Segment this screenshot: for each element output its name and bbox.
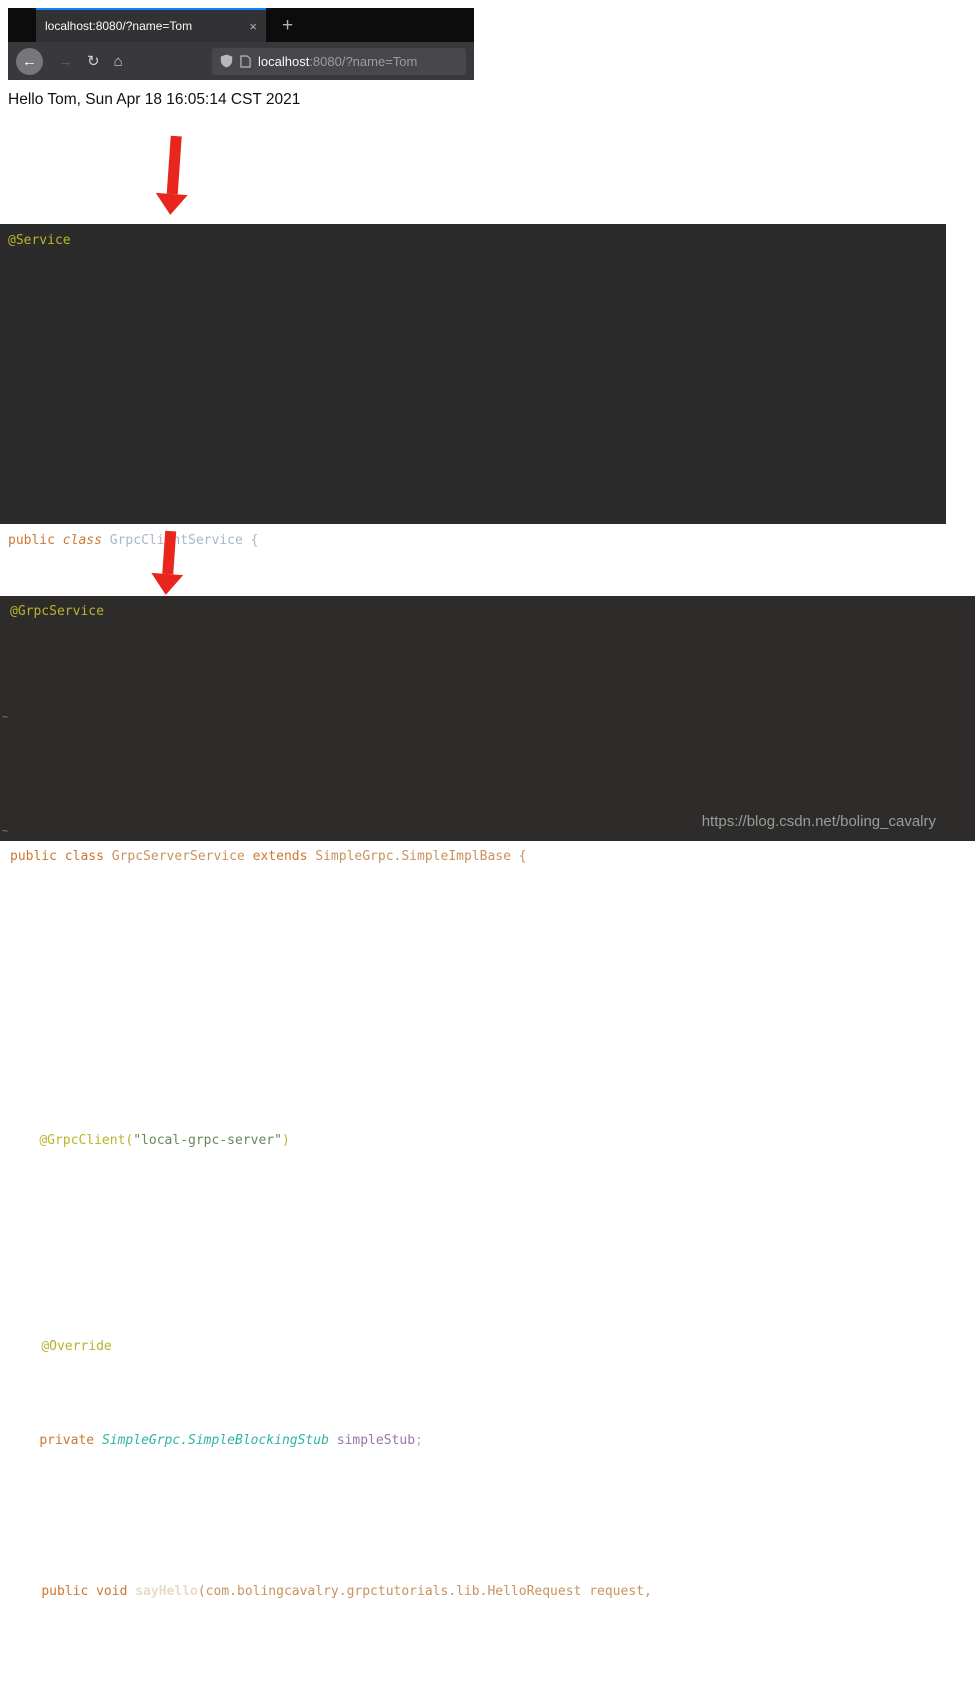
code-line: public void sayHello(com.bolingcavalry.g…	[10, 1581, 975, 1682]
gutter-fold-icon[interactable]: ~	[2, 826, 8, 837]
browser-window: localhost:8080/?name=Tom × + ← → ↻ ⌂ loc…	[8, 8, 474, 80]
new-tab-button[interactable]: +	[282, 16, 293, 35]
back-button[interactable]: ←	[16, 48, 43, 75]
address-bar[interactable]: localhost:8080/?name=Tom	[212, 48, 466, 75]
client-service-code-editor[interactable]: @Servicepublic class GrpcClientService {…	[0, 224, 946, 524]
forward-button[interactable]: →	[51, 53, 80, 70]
screenshot-canvas: localhost:8080/?name=Tom × + ← → ↻ ⌂ loc…	[0, 0, 980, 841]
down-arrow-icon	[150, 530, 186, 596]
gutter-fold-icon[interactable]: ~	[2, 712, 8, 723]
greeting-text: Hello Tom, Sun Apr 18 16:05:14 CST 2021	[8, 91, 300, 109]
shield-icon[interactable]	[220, 54, 233, 68]
watermark-url: https://blog.csdn.net/boling_cavalry	[702, 813, 936, 830]
browser-tab[interactable]: localhost:8080/?name=Tom ×	[36, 8, 266, 42]
tab-bar: localhost:8080/?name=Tom × +	[8, 8, 474, 42]
url-text: localhost:8080/?name=Tom	[258, 54, 417, 69]
back-arrow-icon: ←	[22, 53, 37, 70]
code-line: @Service	[8, 232, 946, 532]
page-info-icon[interactable]	[240, 55, 251, 68]
code-line: @Override	[10, 1336, 975, 1581]
reload-icon: ↻	[87, 53, 100, 70]
reload-button[interactable]: ↻	[80, 52, 107, 70]
home-icon: ⌂	[114, 53, 123, 70]
forward-arrow-icon: →	[58, 53, 73, 70]
arrow-head	[154, 193, 187, 216]
tab-close-icon[interactable]: ×	[249, 19, 257, 34]
code-line: @GrpcService	[10, 601, 975, 846]
nav-toolbar: ← → ↻ ⌂ localhost:8080/?name=Tom	[8, 42, 474, 80]
url-path: :8080/?name=Tom	[309, 54, 417, 69]
url-host: localhost	[258, 54, 309, 69]
tab-title: localhost:8080/?name=Tom	[45, 19, 243, 33]
arrow-shaft	[162, 531, 176, 575]
home-button[interactable]: ⌂	[107, 53, 130, 70]
code-line	[10, 1091, 975, 1336]
arrow-shaft	[166, 136, 181, 195]
arrow-head	[150, 573, 183, 596]
down-arrow-icon	[154, 135, 191, 216]
code-line: public class GrpcServerService extends S…	[10, 846, 975, 1091]
server-service-code-editor[interactable]: @GrpcServicepublic class GrpcServerServi…	[0, 596, 975, 841]
